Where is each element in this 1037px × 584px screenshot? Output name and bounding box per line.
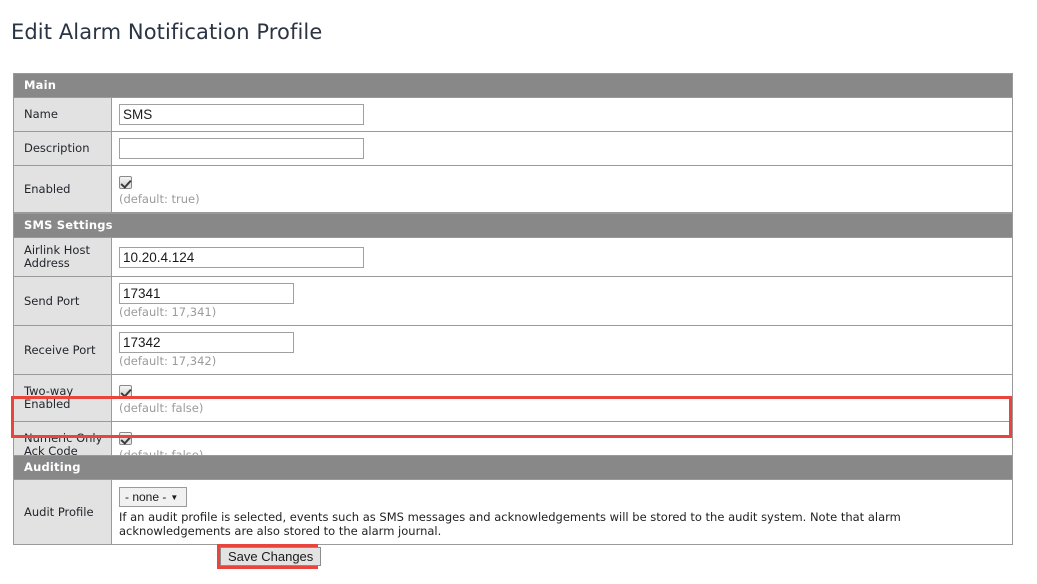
row-description: Description <box>13 131 1013 166</box>
section-header-sms-settings-label: SMS Settings <box>13 213 1013 238</box>
row-description-field <box>111 131 1013 166</box>
enabled-hint: (default: true) <box>119 192 200 206</box>
row-audit-profile: Audit Profile - none - ▼ If an audit prof… <box>13 479 1013 545</box>
row-audit-profile-label: Audit Profile <box>13 479 112 545</box>
row-enabled-field: (default: true) <box>111 165 1013 213</box>
receive-port-hint: (default: 17,342) <box>119 354 217 368</box>
send-port-input[interactable] <box>119 283 294 304</box>
receive-port-input[interactable] <box>119 332 294 353</box>
section-header-main-label: Main <box>13 73 1013 98</box>
row-name-field <box>111 97 1013 132</box>
row-airlink-host-address: Airlink Host Address <box>13 237 1013 277</box>
airlink-host-address-input[interactable] <box>119 246 364 268</box>
row-receive-port-label: Receive Port <box>13 325 112 375</box>
chevron-down-icon: ▼ <box>170 493 179 502</box>
enabled-checkbox[interactable] <box>119 176 132 189</box>
save-changes-button[interactable]: Save Changes <box>220 547 322 566</box>
name-input[interactable] <box>119 104 364 125</box>
row-description-label: Description <box>13 131 112 166</box>
row-receive-port: Receive Port (default: 17,342) <box>13 325 1013 375</box>
audit-profile-description: If an audit profile is selected, events … <box>119 510 901 538</box>
two-way-enabled-checkbox[interactable] <box>119 385 132 398</box>
row-send-port-field: (default: 17,341) <box>111 276 1013 326</box>
row-two-way-enabled-field: (default: false) <box>111 374 1013 422</box>
audit-profile-select-value: - none - <box>125 490 167 504</box>
section-header-auditing-label: Auditing <box>13 455 1013 480</box>
description-input[interactable] <box>119 138 364 159</box>
section-header-main: Main <box>13 73 1013 98</box>
page-title: Edit Alarm Notification Profile <box>11 20 323 44</box>
row-name: Name <box>13 97 1013 132</box>
row-two-way-enabled-label: Two-way Enabled <box>13 374 112 422</box>
main-section-table: Main Name Description Enabled (default: … <box>13 73 1013 213</box>
sms-settings-section-table: SMS Settings Airlink Host Address Send P… <box>13 213 1013 469</box>
row-airlink-host-address-label: Airlink Host Address <box>13 237 112 277</box>
section-header-auditing: Auditing <box>13 455 1013 480</box>
row-two-way-enabled: Two-way Enabled (default: false) <box>13 374 1013 422</box>
audit-profile-select[interactable]: - none - ▼ <box>119 487 187 507</box>
section-header-sms-settings: SMS Settings <box>13 213 1013 238</box>
row-send-port: Send Port (default: 17,341) <box>13 276 1013 326</box>
row-receive-port-field: (default: 17,342) <box>111 325 1013 375</box>
row-enabled-label: Enabled <box>13 165 112 213</box>
numeric-only-ack-code-checkbox[interactable] <box>119 432 132 445</box>
auditing-section-table: Auditing Audit Profile - none - ▼ If an a… <box>13 455 1013 545</box>
row-name-label: Name <box>13 97 112 132</box>
two-way-enabled-hint: (default: false) <box>119 401 204 415</box>
row-airlink-host-address-field <box>111 237 1013 277</box>
send-port-hint: (default: 17,341) <box>119 305 217 319</box>
row-send-port-label: Send Port <box>13 276 112 326</box>
row-enabled: Enabled (default: true) <box>13 165 1013 213</box>
page-root: Edit Alarm Notification Profile Main Nam… <box>0 0 1037 584</box>
row-audit-profile-field: - none - ▼ If an audit profile is selecte… <box>111 479 1013 545</box>
